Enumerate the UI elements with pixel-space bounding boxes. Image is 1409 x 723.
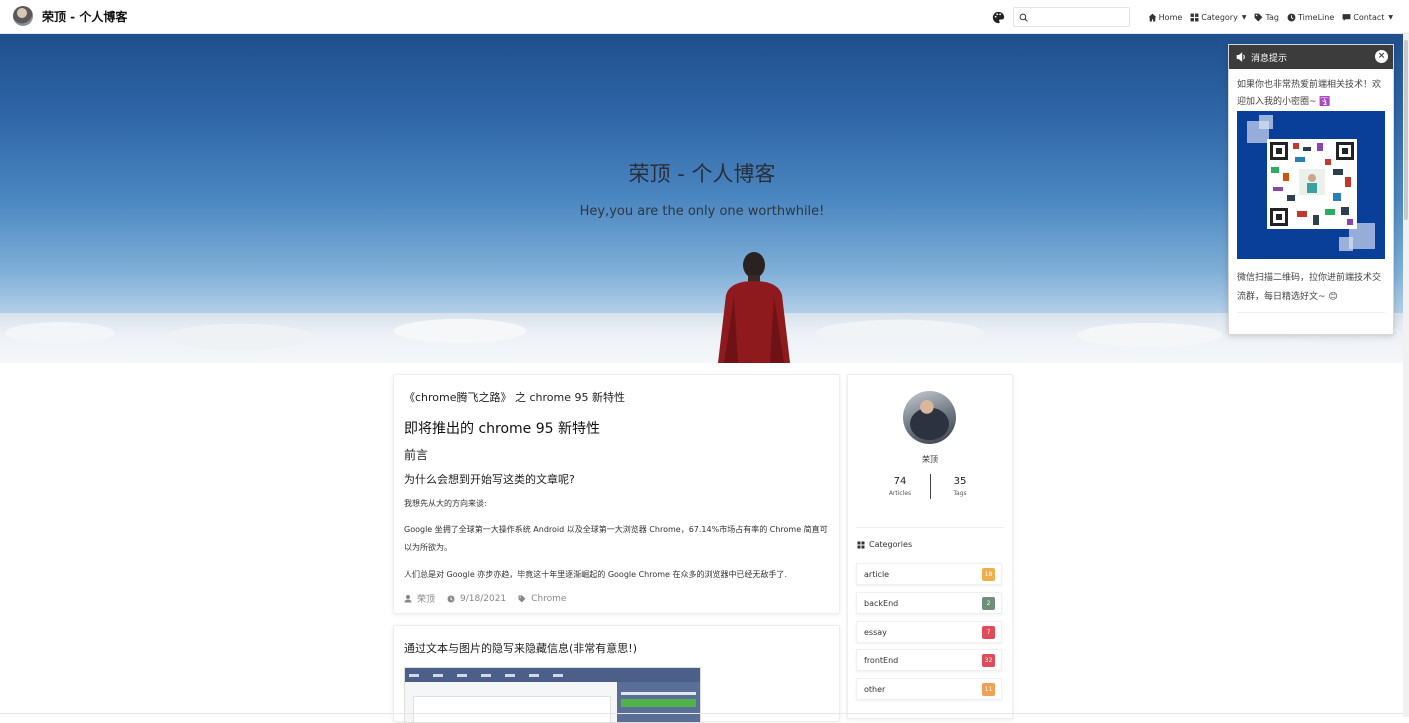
nav-category[interactable]: Category ▼ <box>1190 13 1246 22</box>
articles-label: Articles <box>888 490 912 497</box>
brand-title[interactable]: 荣顶 - 个人博客 <box>42 8 127 25</box>
post-heading: 前言 <box>404 448 429 462</box>
grid-icon <box>857 541 865 548</box>
category-name: backEnd <box>864 598 899 608</box>
nav-contact[interactable]: Contact ▼ <box>1342 13 1393 22</box>
post-author-name: 荣顶 <box>417 595 436 605</box>
speaker-icon <box>1236 52 1245 62</box>
close-icon[interactable]: × <box>1375 50 1388 63</box>
post-tag-label[interactable]: Chrome <box>531 594 566 604</box>
post-author: 荣顶 <box>404 592 435 605</box>
articles-stat[interactable]: 74 Articles <box>870 476 930 497</box>
category-name: other <box>864 684 886 694</box>
clock-icon <box>1287 13 1296 21</box>
category-count-badge: 18 <box>982 567 995 581</box>
post-title[interactable]: 即将推出的 chrome 95 新特性 <box>404 418 600 438</box>
post-meta: 荣顶 9/18/2021 Chrome <box>404 592 578 605</box>
popup-header: 消息提示 × <box>1229 45 1393 69</box>
categories-heading: Categories <box>857 540 912 549</box>
category-item-backend[interactable]: backEnd 2 <box>856 592 1002 614</box>
scrollbar-thumb[interactable] <box>1404 40 1408 220</box>
grid-icon <box>1190 13 1199 21</box>
post-paragraph: 人们总是对 Google 亦步亦趋，毕竟这十年里逐渐崛起的 Google Chr… <box>404 570 788 579</box>
popup-message: 如果你也非常热爱前端相关技术！欢迎加入我的小密圈~ 🛐 <box>1237 80 1382 107</box>
tags-stat[interactable]: 35 Tags <box>930 476 990 497</box>
articles-count: 74 <box>893 476 907 487</box>
qr-code-image <box>1237 111 1385 259</box>
category-item-article[interactable]: article 18 <box>856 563 1002 585</box>
post-card[interactable]: 通过文本与图片的隐写来隐藏信息(非常有意思!) <box>393 625 840 723</box>
divider <box>1237 312 1385 313</box>
hero-title: 荣顶 - 个人博客 <box>628 162 776 186</box>
nav-home[interactable]: Home <box>1148 12 1183 22</box>
nav-home-label: Home <box>1158 12 1183 22</box>
notification-popup: 消息提示 × 如果你也非常热爱前端相关技术！欢迎加入我的小密圈~ 🛐 微信扫描二… <box>1228 44 1394 335</box>
profile-name: 荣顶 <box>922 455 938 464</box>
hero-banner: 荣顶 - 个人博客 Hey,you are the only one worth… <box>0 33 1409 363</box>
post-tag[interactable]: Chrome <box>518 594 566 604</box>
brand[interactable]: 荣顶 - 个人博客 <box>13 6 127 26</box>
nav-category-label: Category <box>1201 12 1238 22</box>
search-field[interactable] <box>1030 11 1125 23</box>
tags-count: 35 <box>953 476 967 487</box>
nav-timeline-label: TimeLine <box>1298 12 1335 22</box>
nav-contact-label: Contact <box>1353 12 1385 22</box>
post-card[interactable]: 《chrome腾飞之路》 之 chrome 95 新特性 即将推出的 chrom… <box>393 374 840 614</box>
message-icon <box>1342 13 1351 21</box>
popup-title: 消息提示 <box>1251 53 1288 64</box>
post-cover-image <box>404 667 701 723</box>
search-input[interactable] <box>1012 7 1130 27</box>
post-date-value: 9/18/2021 <box>460 593 507 604</box>
post-date: 9/18/2021 <box>447 594 506 604</box>
divider <box>856 527 1004 528</box>
chevron-down-icon: ▼ <box>1241 13 1247 21</box>
nav-tag-label: Tag <box>1265 12 1279 22</box>
category-name: essay <box>864 627 887 637</box>
search-icon <box>1019 13 1028 22</box>
nav-right: Home Category ▼ Tag TimeLine Contact ▼ <box>992 7 1393 27</box>
nav-tag[interactable]: Tag <box>1254 13 1279 22</box>
post-paragraph: Google 坐拥了全球第一大操作系统 Android 以及全球第一大浏览器 C… <box>404 525 828 552</box>
category-name: article <box>864 569 890 579</box>
palette-icon[interactable] <box>992 11 1005 24</box>
profile-card: 荣顶 74 Articles 35 Tags Categories articl… <box>847 374 1013 719</box>
chevron-down-icon: ▼ <box>1388 13 1393 21</box>
category-item-essay[interactable]: essay 7 <box>856 621 1002 643</box>
clock-icon <box>447 595 455 602</box>
post-subheading: 为什么会想到开始写这类的文章呢? <box>404 473 575 486</box>
tags-label: Tags <box>953 490 967 497</box>
category-count-badge: 11 <box>982 682 995 696</box>
category-item-other[interactable]: other 11 <box>856 678 1002 700</box>
user-icon <box>404 595 412 603</box>
home-icon <box>1148 13 1157 21</box>
tag-icon <box>518 595 526 602</box>
avatar <box>903 391 956 444</box>
post-paragraph: 我想先从大的方向来谈: <box>404 499 487 508</box>
category-count-badge: 7 <box>982 625 995 639</box>
divider <box>0 713 1403 714</box>
category-count-badge: 32 <box>982 653 995 667</box>
top-navbar: 荣顶 - 个人博客 Home Category ▼ Tag TimeLine C… <box>0 0 1409 34</box>
post-series-title[interactable]: 《chrome腾飞之路》 之 chrome 95 新特性 <box>404 389 625 405</box>
tag-icon <box>1255 13 1263 21</box>
category-name: frontEnd <box>864 655 899 665</box>
hero-subtitle: Hey,you are the only one worthwhile! <box>579 204 825 219</box>
avatar <box>13 6 33 26</box>
nav-timeline[interactable]: TimeLine <box>1287 13 1334 22</box>
category-item-frontend[interactable]: frontEnd 32 <box>856 649 1002 671</box>
category-count-badge: 2 <box>982 596 995 610</box>
person-silhouette-image <box>718 252 790 363</box>
categories-heading-label: Categories <box>869 540 913 549</box>
post-title[interactable]: 通过文本与图片的隐写来隐藏信息(非常有意思!) <box>404 640 637 656</box>
popup-message-2: 微信扫描二维码，拉你进前端技术交流群，每日精选好文~ 😊 <box>1237 273 1382 302</box>
